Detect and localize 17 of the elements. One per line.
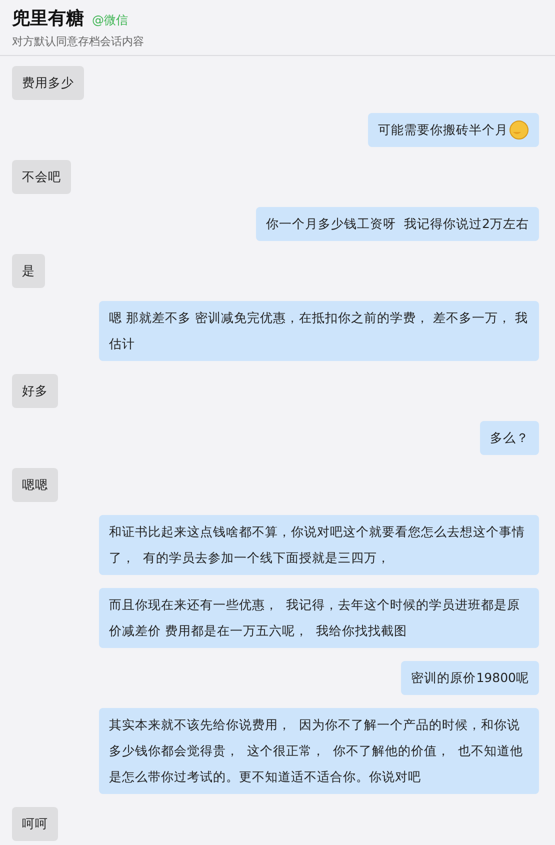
message-bubble: 多么？: [480, 421, 539, 455]
message-bubble: 是: [12, 254, 45, 288]
message-bubble: 嗯嗯: [12, 468, 58, 502]
message-bubble: 你一个月多少钱工资呀 我记得你说过2万左右: [256, 207, 539, 241]
message-bubble: 可能需要你搬砖半个月: [368, 113, 539, 147]
message-bubble: 好多: [12, 374, 58, 408]
message-bubble: 呵呵: [12, 807, 58, 841]
message-bubble: 不会吧: [12, 160, 71, 194]
message-bubble: 和证书比起来这点钱啥都不算，你说对吧这个就要看您怎么去想这个事情了， 有的学员去参加一个线下面授就是三四万，: [99, 515, 539, 575]
message-bubble: 嗯 那就差不多 密训减免完优惠，在抵扣你之前的学费， 差不多一万， 我估计: [99, 301, 539, 361]
archive-notice: 对方默认同意存档会话内容: [12, 34, 145, 49]
message-bubble: 其实本来就不该先给你说费用， 因为你不了解一个产品的时候，和你说多少钱你都会觉得贵， 这个很正常， 你不了解他的价值， 也不知道他是怎么带你过考试的。更不知道适不适合你。你说对吧: [99, 708, 539, 794]
message-bubble: 费用多少: [12, 66, 84, 100]
message-bubble: 密训的原价19800呢: [401, 661, 539, 695]
message-bubble: 而且你现在来还有一些优惠， 我记得，去年这个时候的学员进班都是原价减差价 费用都是在一万五六呢， 我给你找找截图: [99, 588, 539, 648]
contact-name: 兜里有糖: [12, 7, 84, 30]
source-label: @微信: [92, 12, 128, 29]
